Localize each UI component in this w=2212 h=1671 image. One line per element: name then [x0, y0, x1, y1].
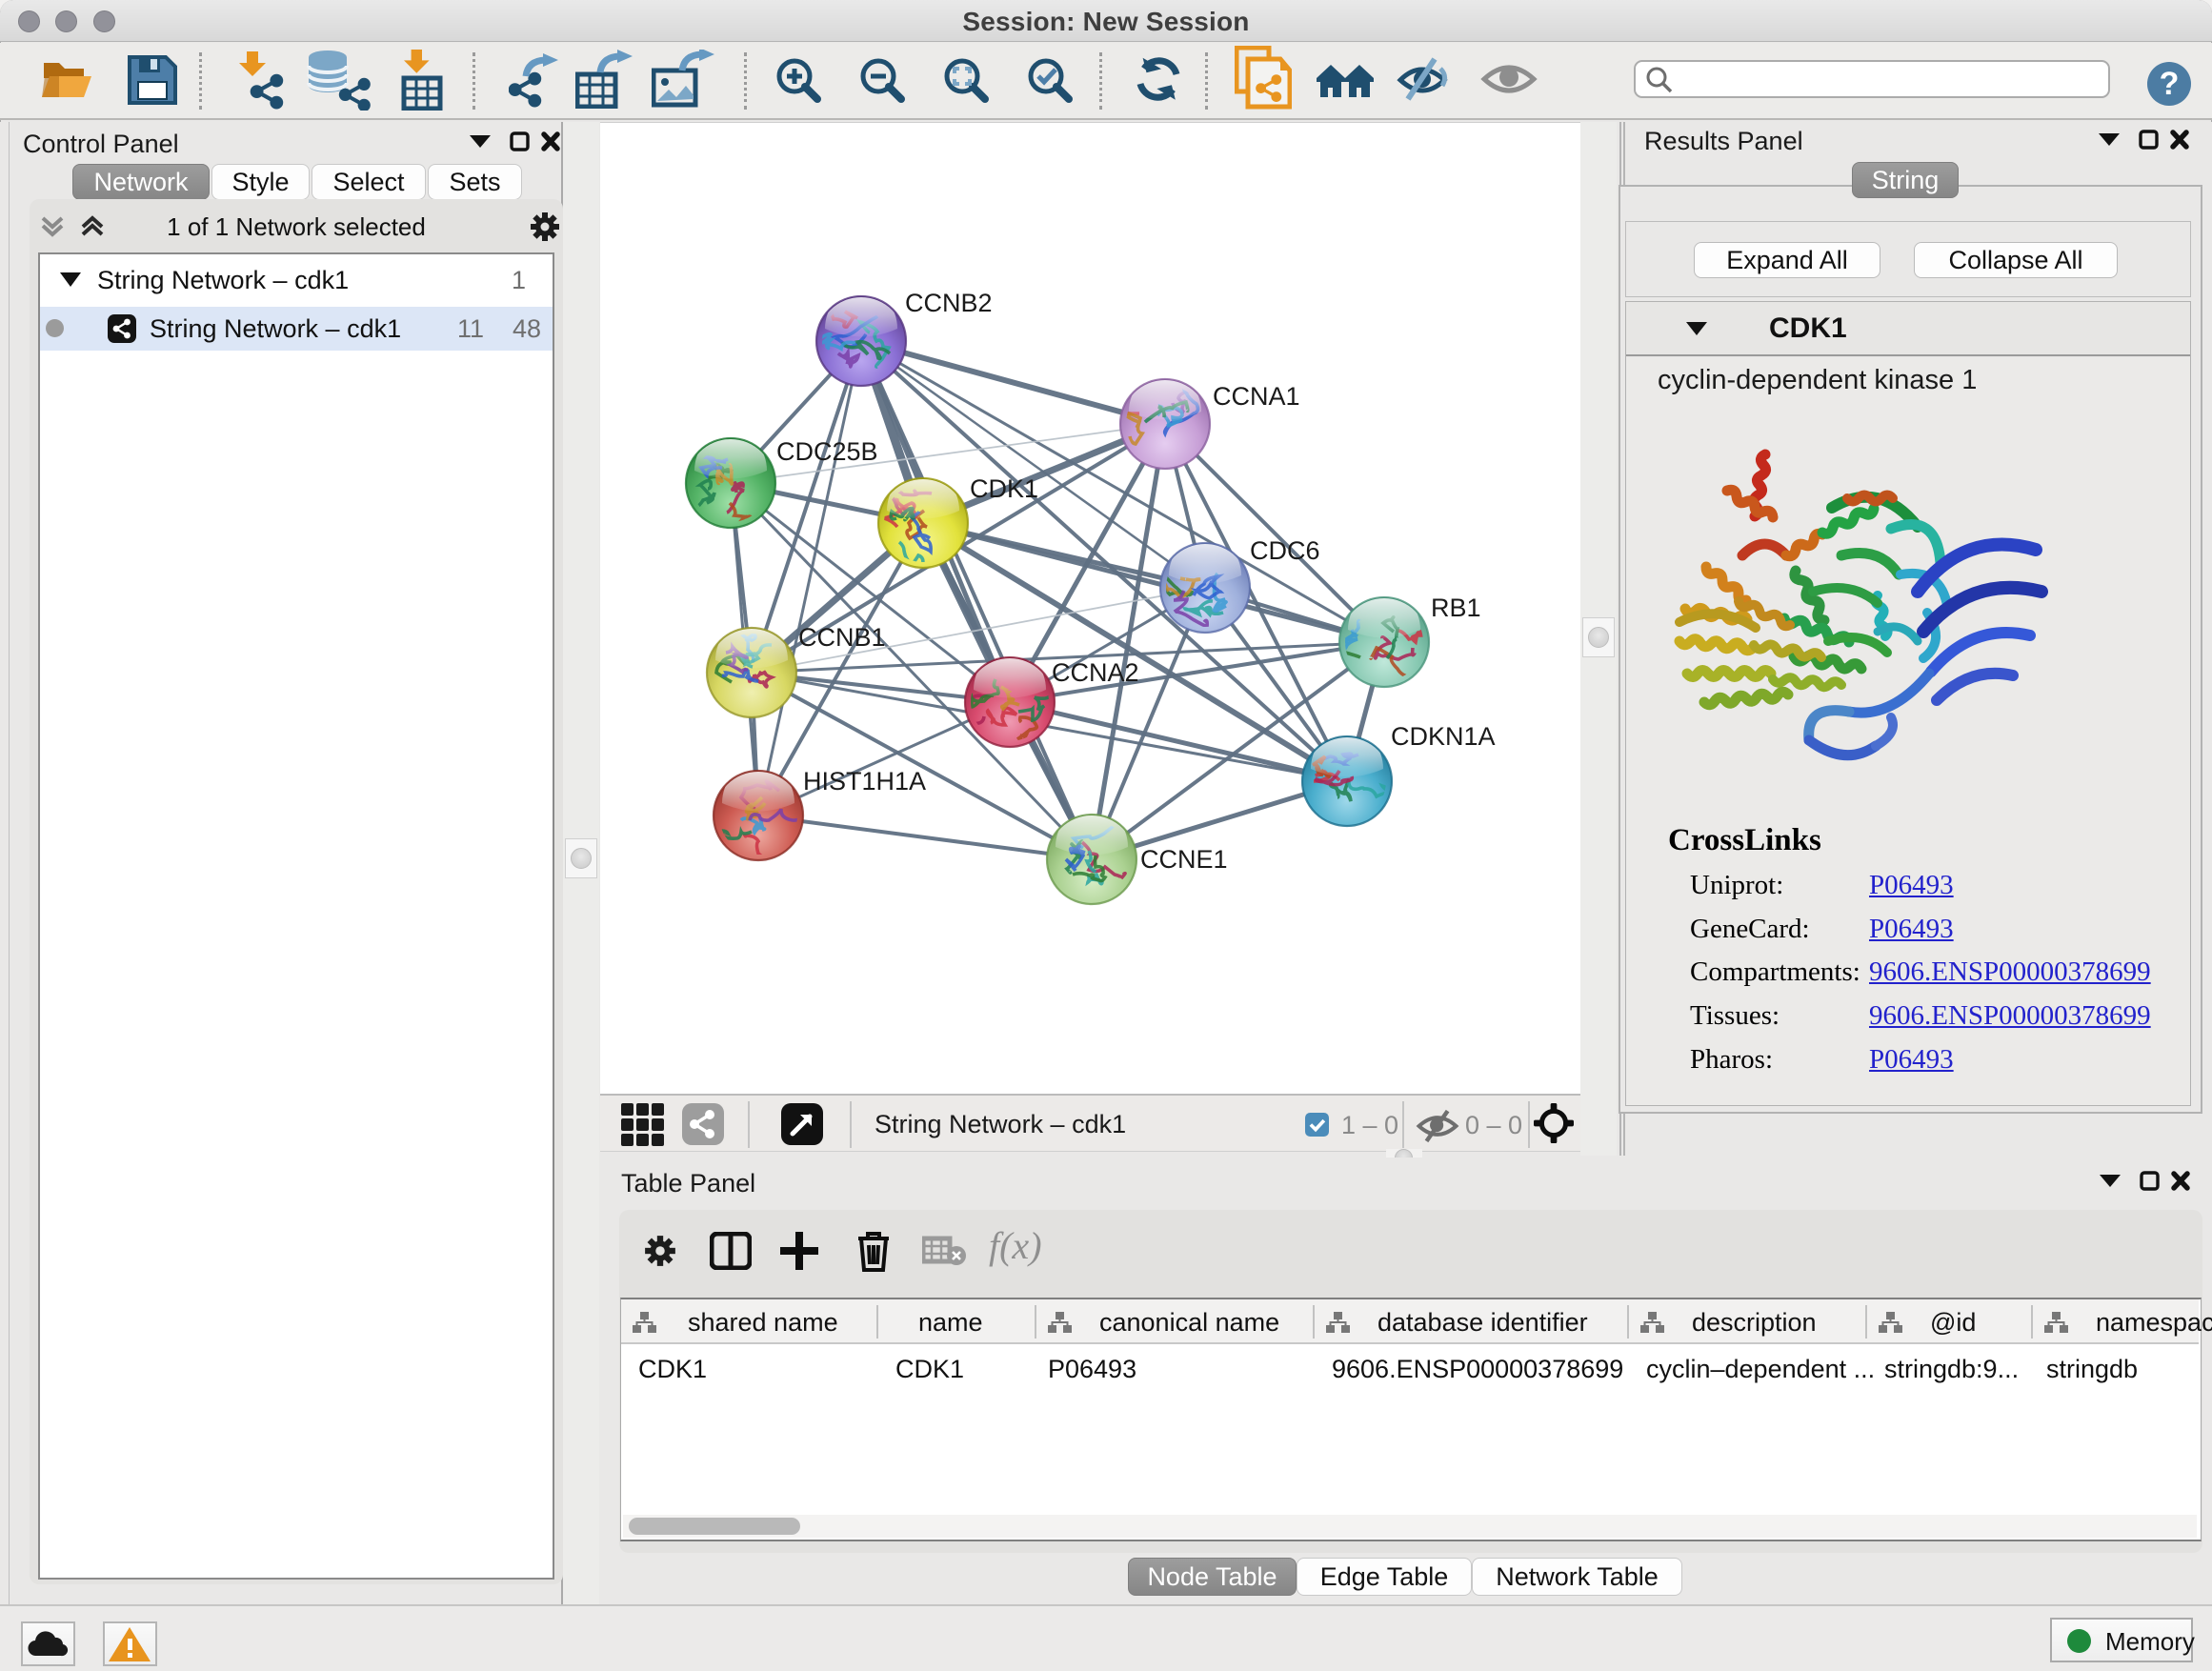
svg-text:RB1: RB1 [1431, 594, 1481, 622]
svg-text:HIST1H1A: HIST1H1A [803, 767, 926, 795]
svg-text:CCNB2: CCNB2 [905, 289, 993, 317]
svg-text:CCNA1: CCNA1 [1213, 382, 1300, 411]
svg-text:CDC6: CDC6 [1250, 536, 1320, 565]
svg-text:CCNA2: CCNA2 [1052, 658, 1139, 687]
svg-text:CDC25B: CDC25B [776, 437, 878, 466]
svg-text:CDK1: CDK1 [970, 474, 1038, 503]
svg-text:CCNB1: CCNB1 [798, 623, 886, 652]
svg-text:CCNE1: CCNE1 [1140, 845, 1228, 874]
svg-text:CDKN1A: CDKN1A [1391, 722, 1496, 751]
